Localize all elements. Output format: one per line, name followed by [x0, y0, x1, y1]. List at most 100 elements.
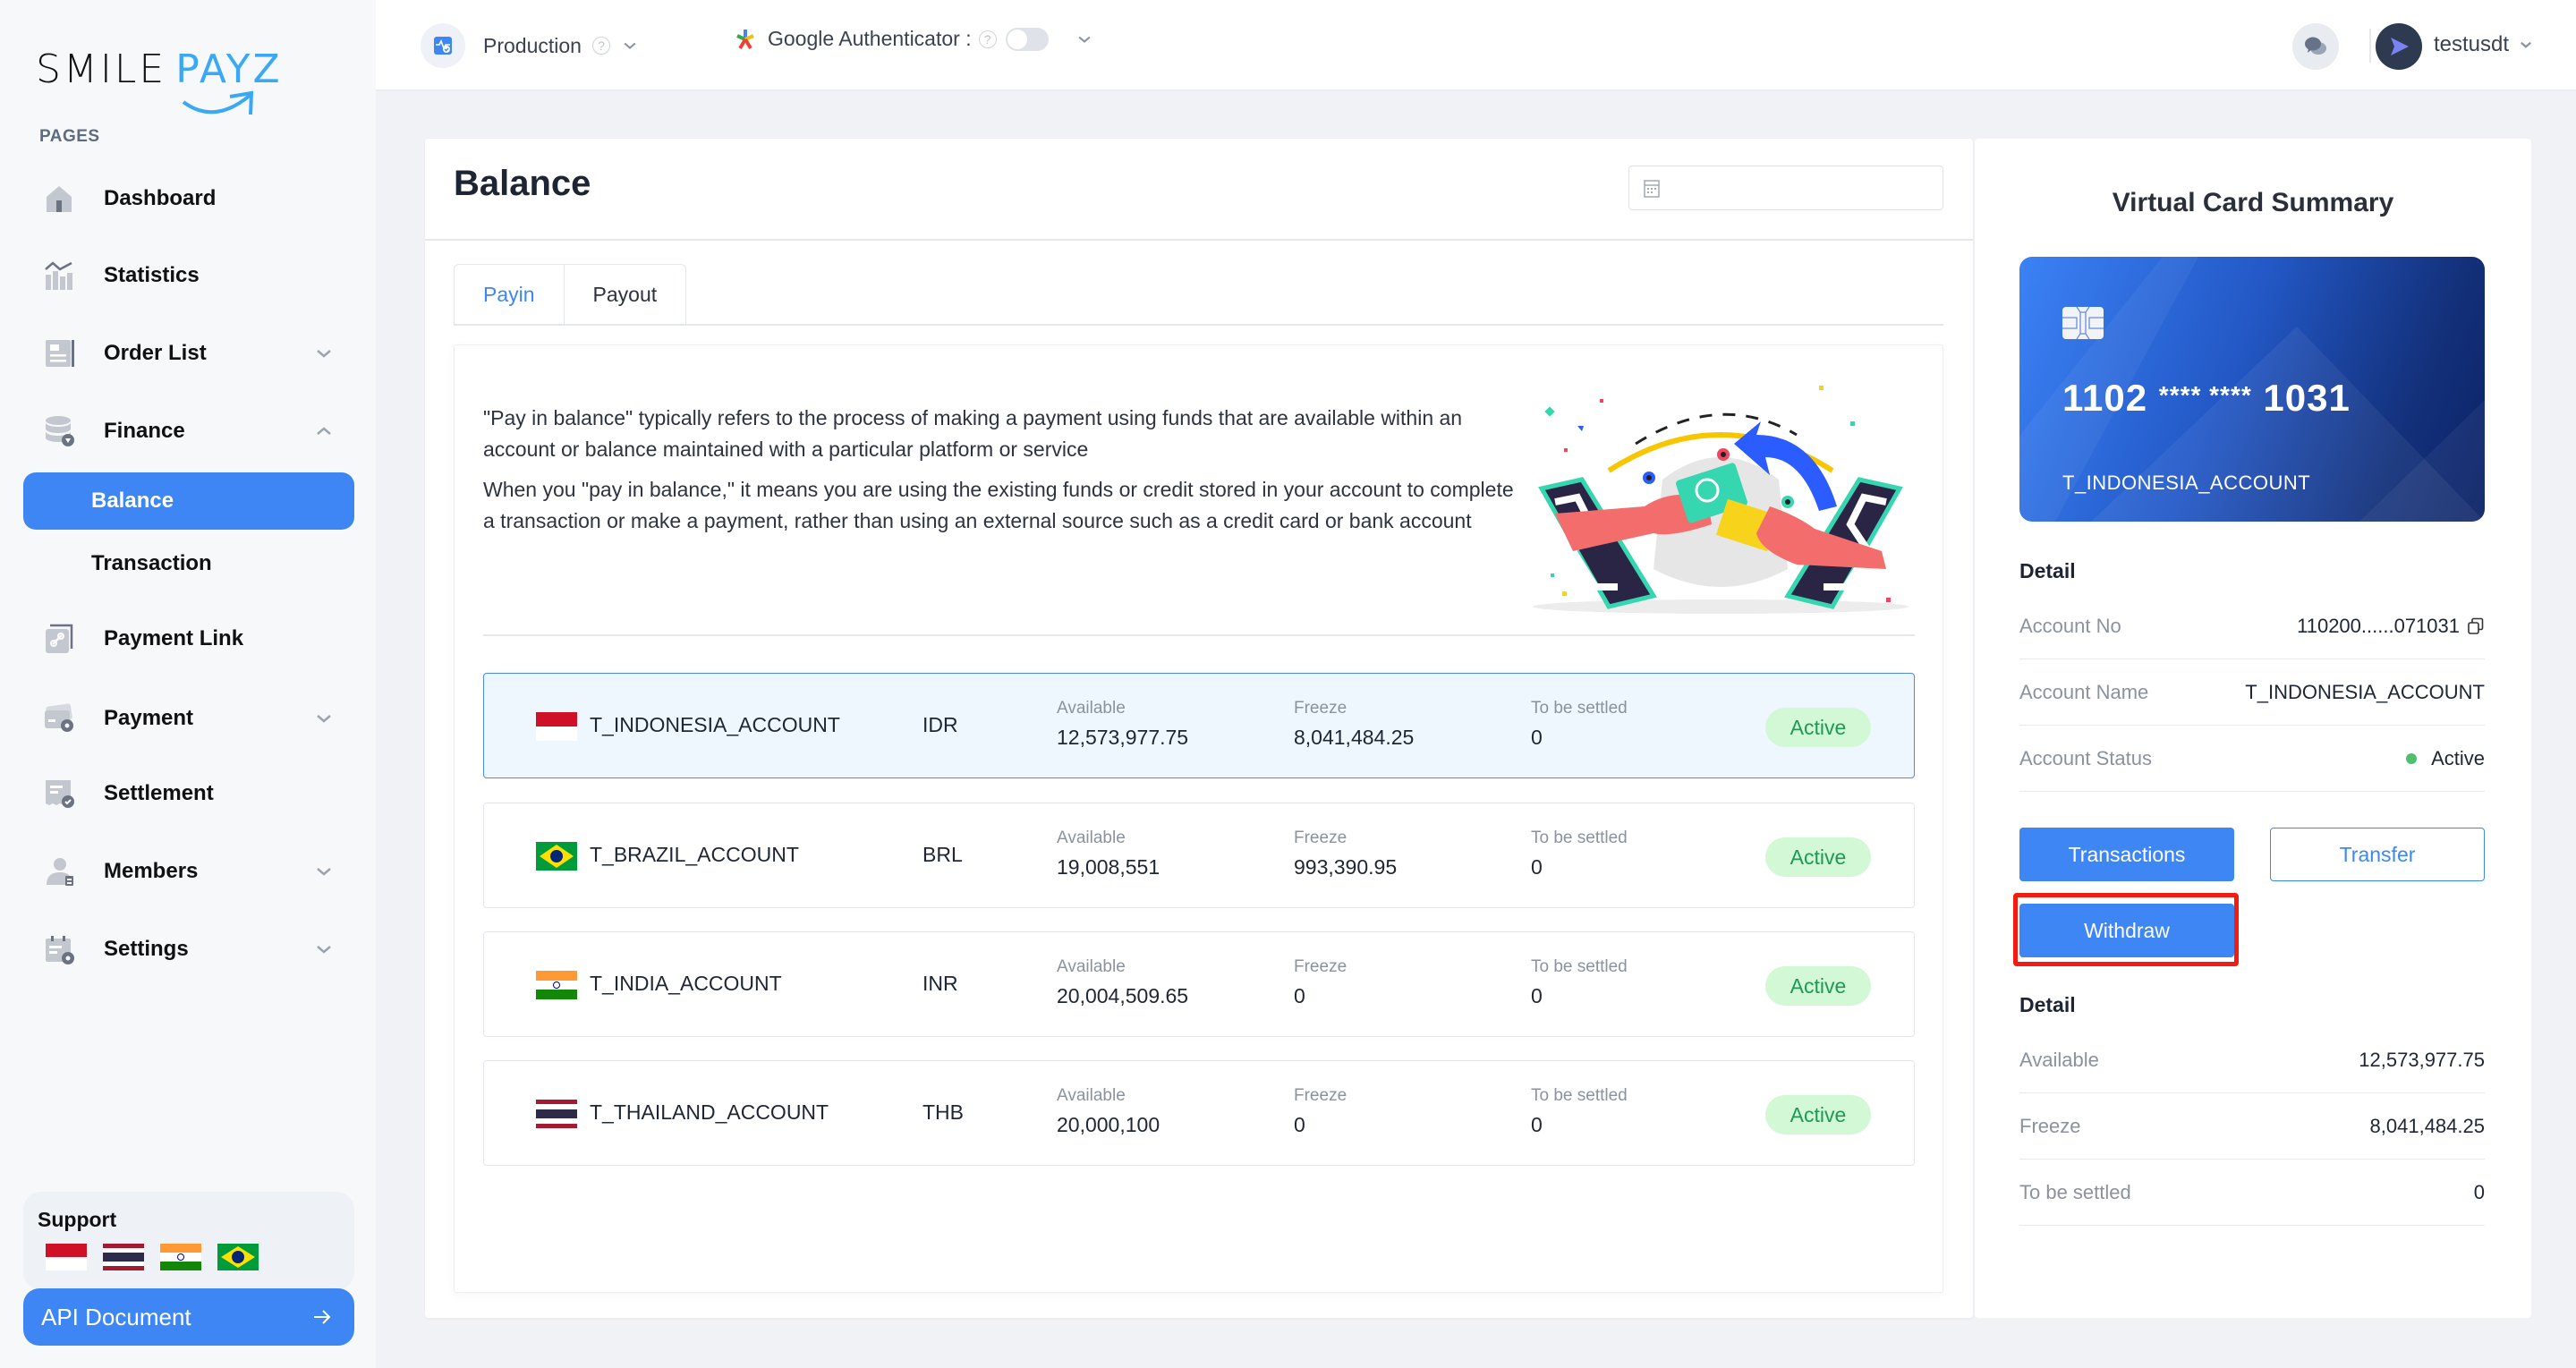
status-text: Active: [2431, 746, 2485, 769]
withdraw-button[interactable]: Withdraw: [2019, 904, 2234, 957]
sidebar-item-payment-link[interactable]: Payment Link: [23, 612, 354, 666]
google-authenticator-control: Google Authenticator : ?: [734, 27, 1093, 51]
balance-label: To be settled: [2019, 1180, 2131, 1203]
divider: [483, 634, 1915, 636]
chart-icon: [41, 258, 77, 293]
available-value: 20,000,100: [1057, 1113, 1160, 1136]
sidebar-item-label: Finance: [104, 419, 185, 443]
sidebar-item-settlement[interactable]: Settlement: [23, 767, 354, 820]
sidebar-item-transaction[interactable]: Transaction: [23, 537, 354, 591]
detail-value: 110200......071031: [2297, 615, 2485, 638]
transfer-button[interactable]: Transfer: [2270, 828, 2485, 881]
account-row-brazil[interactable]: T_BRAZIL_ACCOUNT BRL Available 19,008,551 Fr…: [483, 803, 1915, 908]
environment-selector[interactable]: Production ?: [421, 23, 639, 68]
available-value: 12,573,977.75: [1057, 726, 1189, 749]
to-be-settled-value: 0: [1531, 855, 1543, 879]
tab-payin[interactable]: Payin: [454, 264, 565, 325]
detail-value: T_INDONESIA_ACCOUNT: [2245, 680, 2485, 703]
sidebar-item-finance[interactable]: Finance: [23, 404, 354, 458]
balance-row-available: Available 12,573,977.75: [2019, 1027, 2485, 1093]
virtual-card-summary-panel: Virtual Card Summary 1102 **** **** 1031…: [1975, 139, 2531, 1318]
receipt-check-icon: [41, 776, 77, 811]
to-be-settled-label: To be settled: [1531, 828, 1628, 847]
help-icon[interactable]: ?: [591, 37, 610, 55]
card-gear-icon: [41, 701, 77, 736]
link-icon: [41, 621, 77, 657]
sidebar-item-order-list[interactable]: Order List: [23, 327, 354, 380]
account-name: T_INDIA_ACCOUNT: [590, 972, 782, 995]
detail-row-account-status: Account Status Active: [2019, 726, 2485, 792]
to-be-settled-column: To be settled 0: [1531, 1086, 1628, 1137]
detail-label: Account Name: [2019, 680, 2149, 703]
freeze-column: Freeze 0: [1294, 957, 1347, 1008]
freeze-value: 0: [1294, 1113, 1305, 1136]
available-column: Available 20,000,100: [1057, 1086, 1160, 1137]
freeze-label: Freeze: [1294, 828, 1348, 847]
sidebar-item-payment[interactable]: Payment: [23, 692, 354, 745]
available-column: Available 12,573,977.75: [1057, 699, 1188, 750]
card-chip-icon: [2062, 306, 2104, 340]
flag-india-icon[interactable]: [160, 1244, 201, 1270]
tab-bar: Payin Payout: [454, 264, 687, 325]
help-icon[interactable]: ?: [978, 30, 997, 48]
account-row-indonesia[interactable]: T_INDONESIA_ACCOUNT IDR Available 12,573,97…: [483, 673, 1915, 778]
logo-smile-arrow-icon: [182, 90, 254, 115]
description-paragraph: When you "pay in balance," it means you …: [483, 478, 1514, 532]
chevron-down-icon: [624, 42, 636, 49]
sidebar-item-settings[interactable]: Settings: [23, 922, 354, 976]
freeze-column: Freeze 993,390.95: [1294, 828, 1397, 879]
api-document-button[interactable]: API Document: [23, 1288, 354, 1346]
balance-value: 12,573,977.75: [2359, 1048, 2485, 1071]
payin-description: "Pay in balance" typically refers to the…: [483, 403, 1530, 537]
chevron-down-icon: [317, 946, 331, 954]
flag-indonesia-icon[interactable]: [46, 1244, 87, 1270]
to-be-settled-label: To be settled: [1531, 1086, 1628, 1105]
available-value: 20,004,509.65: [1057, 984, 1189, 1007]
flag-thailand-icon[interactable]: [103, 1244, 144, 1270]
sidebar-item-label: Transaction: [91, 551, 212, 575]
sidebar-item-label: Payment Link: [104, 626, 244, 650]
tab-underline: [454, 324, 1943, 326]
sidebar-item-statistics[interactable]: Statistics: [23, 249, 354, 302]
transactions-button[interactable]: Transactions: [2019, 828, 2234, 881]
available-label: Available: [1057, 1086, 1126, 1105]
environment-label: Production: [483, 33, 582, 57]
sidebar-item-dashboard[interactable]: Dashboard: [23, 172, 354, 225]
to-be-settled-column: To be settled 0: [1531, 957, 1628, 1008]
username-label: testusdt: [2434, 32, 2510, 56]
flag-brazil-icon[interactable]: [217, 1244, 259, 1270]
header-divider: [2369, 29, 2371, 63]
google-authenticator-toggle[interactable]: [1005, 27, 1049, 51]
account-currency: BRL: [922, 843, 963, 866]
chevron-down-icon[interactable]: [1075, 30, 1093, 48]
tab-payout[interactable]: Payout: [564, 264, 687, 325]
chat-button[interactable]: [2292, 23, 2339, 70]
sidebar-item-label: Settings: [104, 937, 189, 961]
detail-label: Account Status: [2019, 746, 2152, 769]
freeze-column: Freeze 8,041,484.25: [1294, 699, 1414, 750]
to-be-settled-column: To be settled 0: [1531, 828, 1628, 879]
account-row-india[interactable]: T_INDIA_ACCOUNT INR Available 20,004,509.65…: [483, 931, 1915, 1037]
freeze-value: 8,041,484.25: [1294, 726, 1415, 749]
sidebar-item-members[interactable]: Members: [23, 845, 354, 898]
freeze-label: Freeze: [1294, 957, 1348, 976]
list-icon: [41, 336, 77, 371]
chevron-down-icon: [317, 868, 331, 876]
status-dot-icon: [2406, 752, 2418, 764]
card-summary-title: Virtual Card Summary: [2112, 188, 2394, 217]
available-label: Available: [1057, 828, 1126, 847]
sidebar-item-label: Members: [104, 859, 199, 883]
copy-icon[interactable]: [2467, 617, 2485, 635]
sidebar-item-label: Statistics: [104, 263, 200, 287]
freeze-column: Freeze 0: [1294, 1086, 1347, 1137]
sidebar-item-balance[interactable]: Balance: [23, 472, 354, 530]
user-menu[interactable]: testusdt: [2434, 32, 2534, 57]
card-number-end: 1031: [2263, 377, 2351, 419]
status-badge: Active: [1765, 837, 1871, 877]
date-picker-input[interactable]: [1628, 166, 1943, 210]
brand-logo[interactable]: SMILE PAYZ: [36, 47, 283, 115]
avatar[interactable]: [2376, 23, 2422, 70]
support-title: Support: [38, 1208, 117, 1231]
account-row-thailand[interactable]: T_THAILAND_ACCOUNT THB Available 20,000,100…: [483, 1060, 1915, 1166]
api-document-label: API Document: [41, 1303, 191, 1330]
